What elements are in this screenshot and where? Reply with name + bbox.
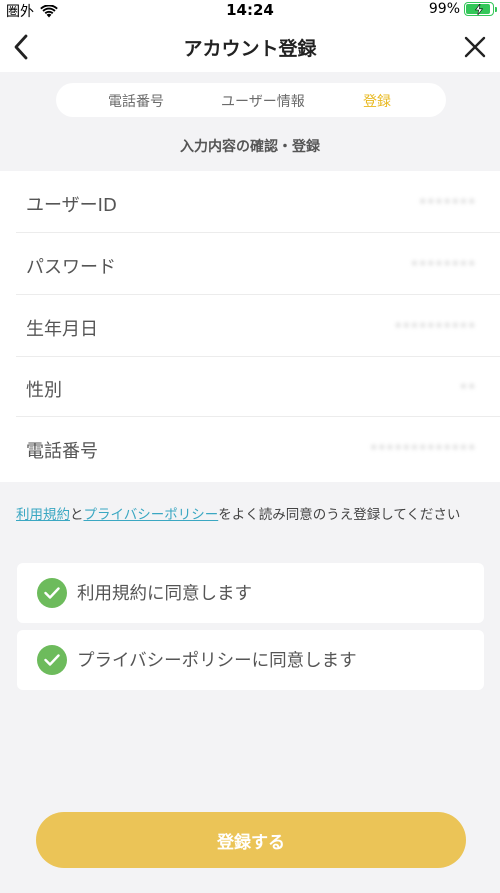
agreement-conj: と — [70, 507, 84, 523]
close-icon — [464, 36, 486, 58]
info-label: ユーザーID — [26, 195, 117, 216]
status-bar: 圏外 14:24 99% — [0, 0, 500, 22]
info-label: パスワード — [26, 257, 116, 278]
info-row-password: パスワード •••••••• — [0, 233, 500, 295]
agree-terms-checkbox[interactable]: 利用規約に同意します — [17, 563, 484, 623]
agreement-text: 利用規約とプライバシーポリシーをよく読み同意のうえ登録してください — [16, 502, 486, 528]
status-time: 14:24 — [226, 1, 274, 19]
register-button[interactable]: 登録する — [36, 812, 466, 868]
agreement-rest: をよく読み同意のうえ登録してください — [218, 507, 461, 523]
agree-terms-label: 利用規約に同意します — [77, 584, 252, 604]
info-label: 生年月日 — [26, 319, 98, 340]
info-value: ••••••••••••• — [369, 441, 476, 456]
info-label: 性別 — [26, 380, 62, 401]
agree-privacy-checkbox[interactable]: プライバシーポリシーに同意します — [17, 630, 484, 690]
step-indicator: 電話番号 ユーザー情報 登録 — [56, 83, 446, 117]
agree-privacy-label: プライバシーポリシーに同意します — [77, 651, 357, 671]
info-value: ••••••• — [418, 195, 476, 210]
nav-bar: アカウント登録 — [0, 22, 500, 72]
checkmark-icon — [37, 645, 67, 675]
info-value: •• — [459, 380, 476, 395]
section-heading: 入力内容の確認・登録 — [180, 139, 320, 155]
close-button[interactable] — [458, 30, 492, 64]
battery-status: 99% — [428, 1, 497, 17]
confirmation-card: ユーザーID ••••••• パスワード •••••••• 生年月日 •••••… — [0, 171, 500, 482]
page-title: アカウント登録 — [183, 38, 317, 60]
step-register: 登録 — [363, 94, 391, 110]
info-label: 電話番号 — [26, 441, 98, 462]
step-user-info: ユーザー情報 — [221, 94, 305, 110]
checkmark-icon — [37, 578, 67, 608]
terms-link[interactable]: 利用規約 — [16, 507, 70, 523]
charging-bolt-icon — [475, 3, 483, 15]
privacy-policy-link[interactable]: プライバシーポリシー — [84, 507, 219, 523]
battery-percent: 99% — [428, 1, 460, 17]
info-value: •••••••••• — [394, 319, 476, 334]
battery-icon — [464, 2, 497, 16]
info-row-gender: 性別 •• — [0, 357, 500, 417]
info-row-user-id: ユーザーID ••••••• — [0, 171, 500, 233]
info-row-birthdate: 生年月日 •••••••••• — [0, 295, 500, 357]
info-row-phone: 電話番号 ••••••••••••• — [0, 417, 500, 482]
step-phone: 電話番号 — [108, 94, 164, 110]
info-value: •••••••• — [410, 257, 476, 272]
